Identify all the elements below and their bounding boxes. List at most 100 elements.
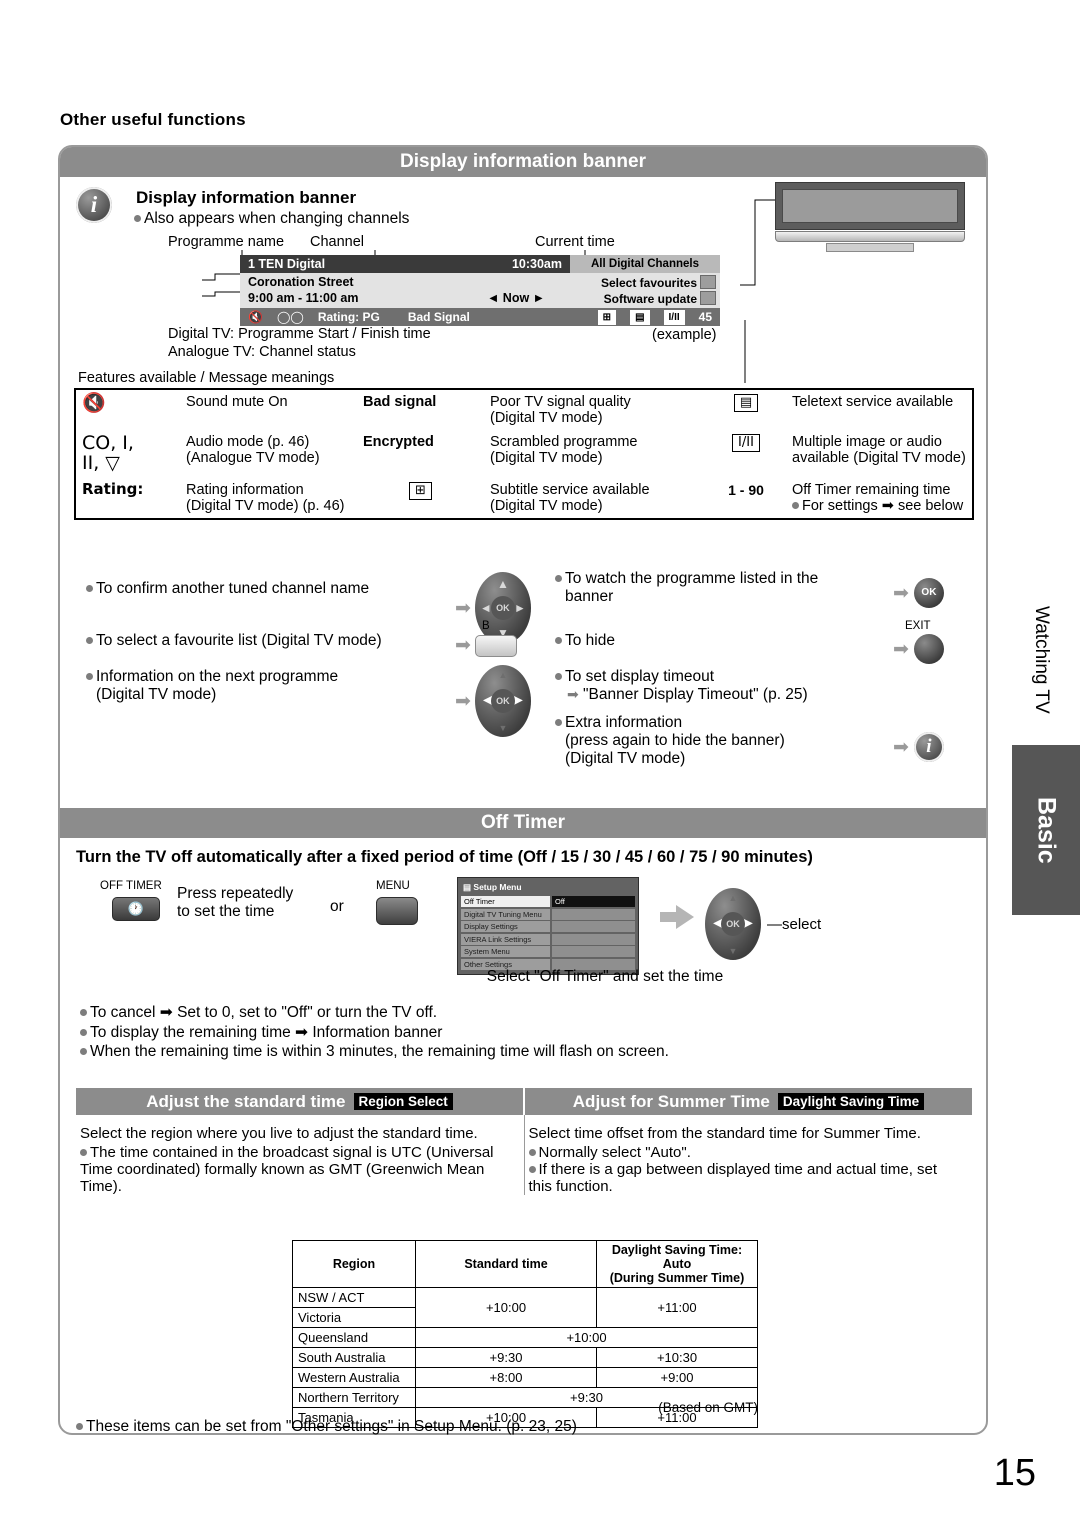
banner-now: ◄ Now ►: [486, 291, 546, 305]
off-timer-button[interactable]: 🕐: [112, 897, 160, 921]
arrow-icon: ➡: [455, 635, 471, 656]
region-select-body: Select the region where you live to adju…: [76, 1115, 525, 1195]
setup-menu-title: ▤ Setup Menu: [463, 882, 522, 892]
cell-dst: +11:00: [596, 1287, 758, 1328]
menu-button[interactable]: [376, 897, 418, 925]
cell-standard: +9:30: [415, 1347, 597, 1368]
action-right-1: To watch the programme listed in the ban…: [555, 570, 885, 606]
table-row: CO, I, II, ▽ Audio mode (p. 46) (Analogue …: [76, 430, 972, 478]
off-timer-key-label: OFF TIMER: [100, 880, 162, 892]
table-row: NSW / ACT +10:00 +11:00: [292, 1287, 758, 1328]
section-header-off-timer: Off Timer: [60, 808, 986, 838]
table-row: Western Australia +8:00 +9:00: [292, 1367, 758, 1388]
banner-status-row: 🔇 ◯◯ Rating: PG Bad Signal ⊞ ▤ I/II 45: [240, 308, 720, 326]
off-timer-note-3: When the remaining time is within 3 minu…: [80, 1043, 669, 1061]
teletext-icon: ▤: [630, 309, 650, 325]
subtitle-icon: ⊞: [357, 478, 484, 518]
action-left-3: Information on the next programme (Digit…: [86, 668, 466, 704]
banner-bad-signal: Bad Signal: [407, 310, 470, 324]
table-header-row: Region Standard time Daylight Saving Tim…: [292, 1240, 758, 1288]
arrow-icon: ➡: [893, 736, 909, 758]
feature-desc: Rating information (Digital TV mode) (p. …: [186, 481, 345, 514]
table-footnote: (Based on GMT): [658, 1400, 758, 1415]
features-table: 🔇 Sound mute On Bad signal Poor TV signa…: [74, 388, 974, 520]
cell-region: South Australia: [292, 1347, 416, 1368]
label-features-available: Features available / Message meanings: [78, 370, 335, 386]
th-region: Region: [292, 1240, 416, 1288]
label-programme-name: Programme name: [168, 234, 285, 250]
ok-button[interactable]: OK: [913, 578, 944, 608]
b-button[interactable]: [474, 634, 517, 657]
menu-key-label: MENU: [376, 880, 410, 892]
tv-illustration: [775, 182, 965, 252]
page-heading: Other useful functions: [60, 110, 246, 129]
flow-arrow-icon: [660, 905, 694, 929]
time-settings-section: Adjust the standard time Region Select Ad…: [76, 1088, 972, 1195]
tab-watching-tv[interactable]: Watching TV: [1026, 560, 1056, 760]
exit-button-label: EXIT: [905, 620, 931, 632]
multi-audio-icon: I/II: [706, 430, 786, 478]
feature-right-desc: Off Timer remaining time For settings ➡ …: [792, 481, 964, 514]
label-channel: Channel: [310, 234, 365, 250]
dpad-leftright-group: ➡ ▲ ◄ ► ▼ OK: [455, 665, 531, 737]
action-left-1: To confirm another tuned channel name: [86, 580, 466, 598]
setup-menu-item-system[interactable]: System Menu: [461, 946, 635, 957]
banner-sw-square: [700, 290, 716, 305]
region-select-header: Adjust the standard time Region Select: [76, 1088, 525, 1115]
banner-programme: Coronation Street: [248, 275, 354, 289]
rating-label: Rating:: [82, 479, 144, 498]
stereo-icon: ◯◯: [276, 310, 304, 324]
feature-mid-label: Encrypted: [363, 434, 434, 450]
cell-region: NSW / ACT: [292, 1287, 416, 1308]
b-button-group: ➡: [455, 634, 517, 657]
dpad-select[interactable]: ▲ ◄ ► ▼ OK: [705, 888, 761, 960]
subsection-bullet: Also appears when changing channels: [134, 210, 409, 228]
table-row: 🔇 Sound mute On Bad signal Poor TV signa…: [76, 390, 972, 430]
label-current-time: Current time: [535, 234, 615, 250]
banner-channel: 1 TEN Digital: [248, 257, 326, 271]
dpad-leftright[interactable]: ▲ ◄ ► ▼ OK: [474, 665, 531, 737]
tv-base: [775, 231, 965, 242]
information-banner: 1 TEN Digital 10:30am All Digital Channe…: [240, 255, 720, 326]
setup-menu-item-tuning[interactable]: Digital TV Tuning Menu: [461, 908, 635, 920]
off-timer-heading: Turn the TV off automatically after a fi…: [76, 848, 813, 866]
banner-select-favourites: Select favourites: [576, 274, 720, 290]
cell-dst: +9:00: [596, 1367, 758, 1388]
th-dst: Daylight Saving Time: Auto (During Summer…: [596, 1240, 758, 1288]
cell-standard: +10:00: [415, 1287, 597, 1328]
range-label: 1 - 90: [728, 481, 764, 498]
mute-icon: 🔇: [82, 392, 106, 414]
section-header-display-banner: Display information banner: [60, 147, 986, 177]
info-button[interactable]: i: [913, 732, 944, 762]
mute-icon: 🔇: [248, 310, 263, 324]
cell-region: Queensland: [292, 1327, 416, 1348]
feature-right-desc: Teletext service available: [792, 394, 954, 410]
region-select-badge: Region Select: [353, 1093, 453, 1110]
banner-rating: Rating: PG: [317, 310, 380, 324]
action-right-2: To hide: [555, 632, 615, 650]
feature-mid-desc: Scrambled programme (Digital TV mode): [490, 434, 638, 466]
label-start-finish: Digital TV: Programme Start / Finish tim…: [168, 326, 431, 342]
banner-off-timer: 45: [698, 310, 712, 324]
table-row: South Australia +9:30 +10:30: [292, 1347, 758, 1368]
setup-menu-item-viera-link[interactable]: VIERA Link Settings: [461, 933, 635, 945]
tv-banner-strip: [782, 189, 958, 223]
daylight-saving-body: Select time offset from the standard tim…: [525, 1115, 973, 1195]
feature-mid-label: Bad signal: [363, 394, 437, 410]
cell-dst: +10:30: [596, 1347, 758, 1368]
cell-both: +10:00: [415, 1327, 758, 1348]
arrow-icon: ➡: [455, 690, 471, 712]
off-timer-note-1: To cancel ➡ Set to 0, set to "Off" or tu…: [80, 1003, 437, 1022]
or-label: or: [330, 898, 344, 915]
teletext-icon: ▤: [706, 390, 786, 430]
exit-button[interactable]: [913, 634, 944, 664]
setup-menu-item-off-timer[interactable]: Off Timer Off: [461, 896, 635, 907]
setup-menu-item-display[interactable]: Display Settings: [461, 921, 635, 932]
exit-button-group: ➡: [893, 634, 944, 664]
feature-mid-desc: Subtitle service available (Digital TV mo…: [490, 481, 650, 514]
banner-airtime: 9:00 am - 11:00 am: [248, 291, 359, 305]
tv-screen: [775, 182, 965, 230]
select-dpad-group: ▲ ◄ ► ▼ OK —select: [705, 888, 821, 960]
tab-basic[interactable]: Basic: [1012, 745, 1080, 915]
region-bullet-1: The time contained in the broadcast sign…: [80, 1144, 494, 1195]
